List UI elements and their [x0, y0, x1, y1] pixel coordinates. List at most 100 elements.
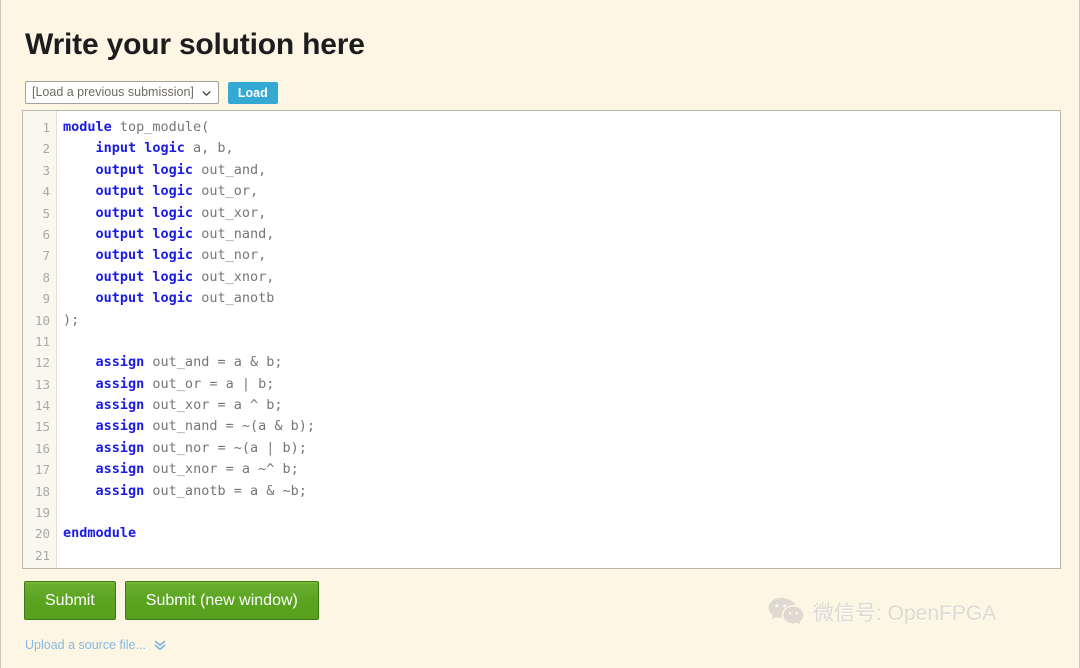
line-number: 7 [42, 248, 50, 264]
code-keyword: module [63, 119, 112, 135]
solution-editor-page: Write your solution here [Load a previou… [0, 0, 1080, 668]
code-keyword: output logic [95, 183, 194, 200]
code-line: output logic out_nand, [63, 224, 1060, 245]
code-keyword: output logic [95, 204, 194, 221]
code-keyword: output logic [95, 247, 194, 264]
code-keyword: output logic [95, 268, 194, 285]
code-keyword: output logic [95, 161, 194, 178]
code-keyword: input logic [95, 140, 185, 157]
editor-line-number-gutter: 1 2 3 4 5 6 7 8 9 10 11 12 13 14 15 16 17 18 19 20 21 [23, 111, 57, 568]
code-keyword: assign [95, 397, 145, 414]
code-keyword: endmodule [63, 525, 137, 542]
line-number: 4 [42, 184, 50, 200]
upload-source-file-row: Upload a source file... [25, 638, 166, 652]
line-number: 21 [34, 547, 50, 563]
chevron-down-icon [202, 90, 211, 96]
code-line: assign out_nor = ~(a | b); [63, 438, 1060, 459]
code-line: output logic out_or, [63, 181, 1060, 202]
line-number: 3 [42, 162, 50, 178]
line-number: 9 [42, 291, 50, 307]
wechat-watermark: 微信号: OpenFPGA [767, 596, 996, 628]
page-title: Write your solution here [25, 28, 365, 61]
wechat-logo-icon [768, 597, 804, 625]
code-line: endmodule [63, 523, 1060, 544]
code-text: out_nand = ~(a & b); [144, 418, 315, 435]
code-keyword: assign [95, 439, 145, 456]
line-number: 20 [34, 526, 50, 542]
code-text: out_anotb = a & ~b; [144, 482, 307, 499]
line-number: 8 [42, 269, 50, 285]
code-keyword: assign [95, 354, 145, 371]
load-submission-row: [Load a previous submission] Load [25, 81, 278, 104]
load-button[interactable]: Load [227, 81, 278, 104]
code-line: module top_module( [63, 117, 1060, 138]
editor-code-area[interactable]: module top_module( input logic a, b, out… [57, 111, 1060, 568]
code-text: out_nand, [193, 225, 275, 242]
code-text: out_xor = a ^ b; [144, 397, 283, 414]
code-line: ); [63, 310, 1060, 331]
code-text: out_nor, [193, 247, 267, 264]
code-line: output logic out_nor, [63, 245, 1060, 266]
line-number: 14 [34, 398, 50, 414]
code-line: assign out_nand = ~(a & b); [63, 416, 1060, 437]
line-number: 19 [34, 505, 50, 521]
code-text: out_anotb [193, 290, 275, 307]
code-keyword: output logic [95, 225, 194, 242]
code-text: ); [63, 311, 80, 328]
code-line: assign out_and = a & b; [63, 352, 1060, 373]
code-text: out_xnor = a ~^ b; [144, 461, 299, 478]
line-number: 12 [34, 355, 50, 371]
code-line: assign out_xnor = a ~^ b; [63, 459, 1060, 480]
line-number: 2 [42, 141, 50, 157]
code-keyword: output logic [95, 290, 194, 307]
line-number: 5 [42, 205, 50, 221]
code-keyword: assign [95, 375, 145, 392]
submit-button-row: Submit Submit (new window) [24, 581, 319, 620]
code-line: assign out_xor = a ^ b; [63, 395, 1060, 416]
code-text: out_nor = ~(a | b); [144, 439, 307, 456]
code-text: out_and, [193, 161, 267, 178]
line-number: 11 [34, 333, 50, 349]
code-line: input logic a, b, [63, 138, 1060, 159]
code-line: output logic out_xnor, [63, 267, 1060, 288]
code-text: out_or = a | b; [144, 375, 275, 392]
line-number: 17 [34, 462, 50, 478]
watermark-text: 微信号: OpenFPGA [813, 602, 997, 625]
submit-new-window-button[interactable]: Submit (new window) [124, 581, 319, 620]
code-text: a, b, [184, 140, 234, 157]
code-line: assign out_or = a | b; [63, 374, 1060, 395]
submit-button[interactable]: Submit [24, 581, 116, 620]
previous-submission-select[interactable]: [Load a previous submission] [25, 81, 219, 104]
upload-source-file-link[interactable]: Upload a source file... [25, 638, 146, 652]
line-number: 16 [34, 440, 50, 456]
line-number: 15 [34, 419, 50, 435]
code-line: output logic out_and, [63, 160, 1060, 181]
code-keyword: assign [95, 482, 145, 499]
line-number: 13 [34, 376, 50, 392]
code-editor[interactable]: 1 2 3 4 5 6 7 8 9 10 11 12 13 14 15 16 17 18 19 20 21 module… [22, 110, 1061, 569]
code-text: top_module( [111, 119, 210, 135]
double-chevron-down-icon[interactable] [154, 640, 166, 651]
line-number: 6 [42, 226, 50, 242]
code-keyword: assign [95, 461, 145, 478]
code-keyword: assign [95, 418, 145, 435]
code-text: out_xor, [193, 204, 267, 221]
code-line: assign out_anotb = a & ~b; [63, 481, 1060, 502]
